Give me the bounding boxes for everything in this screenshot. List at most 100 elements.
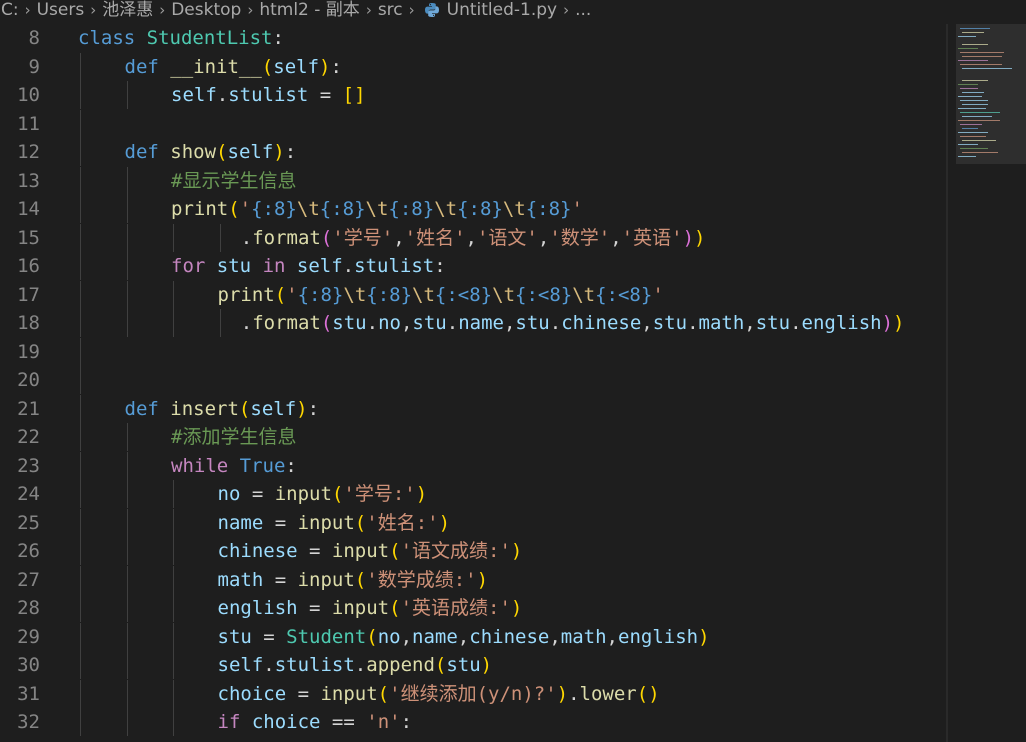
code-line[interactable]: 16 for stu in self.stulist: <box>0 252 946 280</box>
code-token: stu <box>412 312 447 334</box>
indent-guide <box>126 423 128 451</box>
code-line[interactable]: 8 class StudentList: <box>0 24 946 52</box>
code-token: def <box>124 141 159 163</box>
breadcrumb-item[interactable]: html2 - 副本 <box>258 0 360 20</box>
code-line[interactable]: 31 choice = input('继续添加(y/n)?').lower() <box>0 679 946 708</box>
line-number: 15 <box>17 226 40 249</box>
code-line[interactable]: 13 #显示学生信息 <box>0 166 946 195</box>
code-editor[interactable]: 8 class StudentList: 9 def __init__(self): 1… <box>0 24 946 742</box>
code-token: '学号' <box>332 226 394 249</box>
breadcrumb-item[interactable]: src <box>377 0 404 20</box>
code-token: '数学成绩:' <box>366 568 477 591</box>
line-number: 8 <box>28 27 40 49</box>
vertical-scrollbar[interactable] <box>946 24 948 742</box>
code-token: \t <box>343 283 367 306</box>
code-token: ) <box>438 511 451 534</box>
indent-guide <box>126 565 128 594</box>
indent-guide <box>80 81 81 109</box>
breadcrumb-item[interactable]: Desktop <box>170 0 242 20</box>
code-line[interactable]: 26 chinese = input('语文成绩:') <box>0 537 946 565</box>
indent-guide <box>80 280 81 309</box>
indent-guide <box>173 679 174 708</box>
breadcrumb-item[interactable]: ... <box>574 0 592 20</box>
code-line[interactable]: 17 print('{:8}\t{:8}\t{:<8}\t{:<8}\t{:<8}… <box>0 280 946 309</box>
indent-guide <box>80 195 81 223</box>
code-token: ) <box>694 226 706 249</box>
code-line[interactable]: 30 self.stulist.append(stu) <box>0 651 946 679</box>
breadcrumb-separator: › <box>159 1 166 19</box>
breadcrumb-item[interactable]: Untitled-1.py <box>446 0 558 20</box>
code-text: for stu in self.stulist: <box>171 252 446 280</box>
code-line[interactable]: 27 math = input('数学成绩:') <box>0 565 946 594</box>
line-number: 30 <box>17 654 40 676</box>
code-line[interactable]: 9 def __init__(self): <box>0 52 946 81</box>
code-token: , <box>641 312 653 334</box>
code-token: , <box>457 625 470 648</box>
code-line[interactable]: 25 name = input('姓名:') <box>0 508 946 537</box>
code-token: self <box>217 654 264 676</box>
code-line[interactable]: 20 <box>0 366 946 394</box>
code-token: . <box>790 312 802 334</box>
indent-guide <box>173 708 174 736</box>
indent-guide <box>80 423 81 451</box>
indent-guide <box>173 594 174 622</box>
code-token: no <box>377 625 401 648</box>
code-line[interactable]: 11 <box>0 109 946 138</box>
code-line[interactable]: 21 def insert(self): <box>0 394 946 423</box>
code-token: ( <box>331 483 344 505</box>
code-token: ( <box>389 597 401 619</box>
indent-guide <box>80 708 81 736</box>
code-token: ( <box>354 568 367 591</box>
code-token: ( <box>228 198 240 220</box>
code-token: stu <box>652 312 688 334</box>
indent-guide <box>126 166 128 195</box>
code-token: input <box>320 682 378 705</box>
code-token: no <box>378 312 401 334</box>
code-token: = <box>308 84 343 106</box>
code-token: : <box>272 27 284 49</box>
code-token: \t <box>434 198 458 220</box>
line-number: 31 <box>17 682 40 705</box>
code-token: self <box>171 84 217 106</box>
code-token: ) <box>510 597 523 619</box>
breadcrumb-item[interactable]: 池泽惠 <box>101 0 154 20</box>
code-line[interactable]: 28 english = input('英语成绩:') <box>0 594 946 622</box>
breadcrumb-item[interactable]: Users <box>36 0 86 20</box>
breadcrumb-item[interactable]: C: <box>0 0 20 20</box>
indent-guide <box>173 309 174 337</box>
code-line[interactable]: 12 def show(self): <box>0 138 946 166</box>
code-token: . <box>216 84 229 106</box>
code-token: ' <box>571 198 583 220</box>
code-token: = <box>263 568 298 591</box>
indent-guide <box>80 594 81 622</box>
code-line[interactable]: 18 .format(stu.no,stu.name,stu.chinese,st… <box>0 309 946 337</box>
code-token: stu <box>515 312 550 334</box>
indent-guide <box>173 537 174 565</box>
code-token: ( <box>377 682 390 705</box>
code-line[interactable]: 19 <box>0 337 946 366</box>
line-number: 13 <box>17 169 40 192</box>
code-line[interactable]: 29 stu = Student(no,name,chinese,math,eng… <box>0 622 946 651</box>
indent-guide <box>173 651 174 679</box>
code-token: chinese <box>561 312 642 334</box>
code-line[interactable]: 24 no = input('学号:') <box>0 480 946 508</box>
line-number: 11 <box>17 112 40 135</box>
code-token: ' <box>286 283 298 306</box>
code-line[interactable]: 14 print('{:8}\t{:8}\t{:8}\t{:8}\t{:8}' <box>0 195 946 223</box>
code-line[interactable]: 32 if choice == 'n': <box>0 708 946 736</box>
code-token: math <box>560 625 607 648</box>
code-token: self <box>273 55 320 78</box>
code-line[interactable]: 10 self.stulist = [] <box>0 81 946 109</box>
code-token: ) <box>881 312 894 334</box>
code-line[interactable]: 22 #添加学生信息 <box>0 423 946 451</box>
code-token: , <box>549 625 561 648</box>
line-number: 32 <box>17 711 40 733</box>
code-token: english <box>217 597 298 619</box>
code-line[interactable]: 15 .format('学号','姓名','语文','数学','英语')) <box>0 223 946 252</box>
indent-guide <box>80 109 81 138</box>
line-number: 29 <box>17 625 40 648</box>
code-token: ' <box>239 198 252 220</box>
code-line[interactable]: 23 while True: <box>0 451 946 480</box>
minimap-slider[interactable] <box>956 24 1026 164</box>
